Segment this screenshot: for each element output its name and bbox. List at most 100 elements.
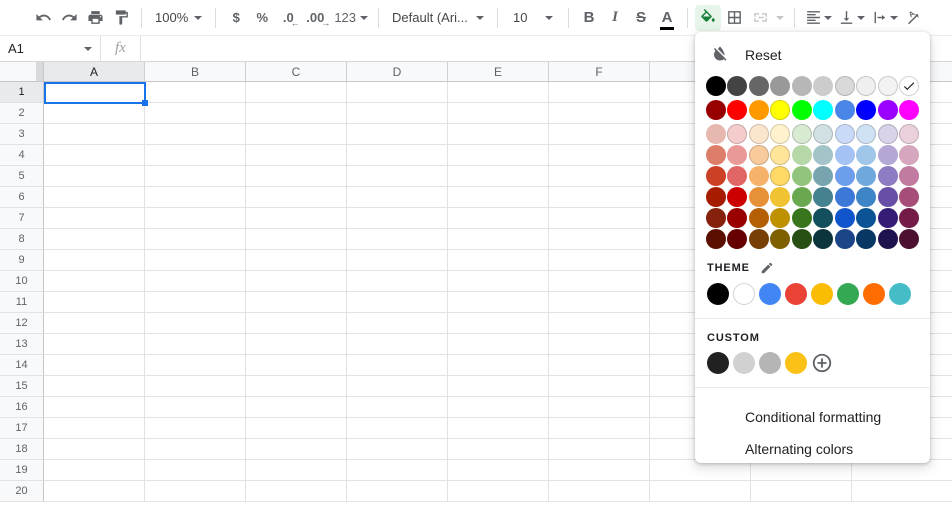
cell-D8[interactable] — [347, 229, 448, 250]
cell-A4[interactable] — [44, 145, 145, 166]
fill-color-button[interactable] — [695, 5, 721, 31]
color-swatch[interactable] — [878, 166, 898, 186]
theme-color-swatch[interactable] — [863, 283, 885, 305]
cell-C16[interactable] — [246, 397, 347, 418]
color-swatch[interactable] — [878, 124, 898, 144]
cell-D7[interactable] — [347, 208, 448, 229]
color-swatch[interactable] — [899, 187, 919, 207]
color-swatch[interactable] — [706, 145, 726, 165]
cell-C6[interactable] — [246, 187, 347, 208]
color-swatch[interactable] — [813, 145, 833, 165]
color-swatch[interactable] — [792, 76, 812, 96]
cell-C8[interactable] — [246, 229, 347, 250]
cell-B9[interactable] — [145, 250, 246, 271]
color-swatch[interactable] — [749, 229, 769, 249]
cell-F5[interactable] — [549, 166, 650, 187]
color-swatch[interactable] — [835, 229, 855, 249]
cell-B8[interactable] — [145, 229, 246, 250]
cell-A16[interactable] — [44, 397, 145, 418]
row-header-15[interactable]: 15 — [0, 376, 44, 397]
cell-A18[interactable] — [44, 439, 145, 460]
cell-E15[interactable] — [448, 376, 549, 397]
color-swatch[interactable] — [792, 124, 812, 144]
cell-E18[interactable] — [448, 439, 549, 460]
cell-C12[interactable] — [246, 313, 347, 334]
color-swatch[interactable] — [878, 229, 898, 249]
cell-F19[interactable] — [549, 460, 650, 481]
color-swatch[interactable] — [749, 145, 769, 165]
row-header-13[interactable]: 13 — [0, 334, 44, 355]
color-swatch[interactable] — [727, 124, 747, 144]
color-swatch[interactable] — [813, 166, 833, 186]
color-swatch[interactable] — [727, 145, 747, 165]
theme-color-swatch[interactable] — [759, 283, 781, 305]
cell-B17[interactable] — [145, 418, 246, 439]
color-swatch[interactable] — [899, 166, 919, 186]
color-swatch[interactable] — [813, 100, 833, 120]
cell-B7[interactable] — [145, 208, 246, 229]
cell[interactable] — [650, 481, 751, 502]
color-swatch[interactable] — [813, 187, 833, 207]
format-percent-button[interactable]: % — [249, 5, 275, 31]
color-swatch[interactable] — [792, 187, 812, 207]
color-swatch[interactable] — [835, 76, 855, 96]
color-swatch[interactable] — [749, 76, 769, 96]
number-format-menu[interactable]: 123 — [329, 5, 371, 31]
cell-C9[interactable] — [246, 250, 347, 271]
cell-D12[interactable] — [347, 313, 448, 334]
cell-C20[interactable] — [246, 481, 347, 502]
cell-F20[interactable] — [549, 481, 650, 502]
color-swatch[interactable] — [770, 229, 790, 249]
redo-button[interactable] — [56, 5, 82, 31]
custom-color-swatch[interactable] — [707, 352, 729, 374]
cell-D19[interactable] — [347, 460, 448, 481]
row-header-18[interactable]: 18 — [0, 439, 44, 460]
cell-A2[interactable] — [44, 103, 145, 124]
row-header-12[interactable]: 12 — [0, 313, 44, 334]
cell-A7[interactable] — [44, 208, 145, 229]
cell-D1[interactable] — [347, 82, 448, 103]
color-swatch[interactable] — [749, 187, 769, 207]
color-swatch[interactable] — [878, 100, 898, 120]
column-header-F[interactable]: F — [549, 62, 650, 82]
cell-A10[interactable] — [44, 271, 145, 292]
color-swatch[interactable] — [770, 187, 790, 207]
cell-E4[interactable] — [448, 145, 549, 166]
cell-B15[interactable] — [145, 376, 246, 397]
cell-A14[interactable] — [44, 355, 145, 376]
cell-D16[interactable] — [347, 397, 448, 418]
cell-E6[interactable] — [448, 187, 549, 208]
color-swatch[interactable] — [792, 166, 812, 186]
cell-F17[interactable] — [549, 418, 650, 439]
cell-C14[interactable] — [246, 355, 347, 376]
color-swatch[interactable] — [835, 145, 855, 165]
cell-A8[interactable] — [44, 229, 145, 250]
cell-D3[interactable] — [347, 124, 448, 145]
column-header-A[interactable]: A — [44, 62, 145, 82]
name-box[interactable]: A1 — [0, 36, 100, 61]
cell-D4[interactable] — [347, 145, 448, 166]
cell-A9[interactable] — [44, 250, 145, 271]
cell-B1[interactable] — [145, 82, 246, 103]
cell-F2[interactable] — [549, 103, 650, 124]
cell-C7[interactable] — [246, 208, 347, 229]
cell-D10[interactable] — [347, 271, 448, 292]
cell-E5[interactable] — [448, 166, 549, 187]
theme-color-swatch[interactable] — [733, 283, 755, 305]
cell-A17[interactable] — [44, 418, 145, 439]
cell-D15[interactable] — [347, 376, 448, 397]
color-swatch[interactable] — [856, 124, 876, 144]
cell-C3[interactable] — [246, 124, 347, 145]
bold-button[interactable]: B — [576, 5, 602, 31]
cell-A20[interactable] — [44, 481, 145, 502]
font-size-select[interactable]: 10 — [505, 5, 561, 31]
color-swatch[interactable] — [706, 166, 726, 186]
color-swatch[interactable] — [792, 208, 812, 228]
cell-E19[interactable] — [448, 460, 549, 481]
cell-E16[interactable] — [448, 397, 549, 418]
format-currency-button[interactable]: $ — [223, 5, 249, 31]
theme-color-swatch[interactable] — [785, 283, 807, 305]
cell-D11[interactable] — [347, 292, 448, 313]
color-swatch[interactable] — [835, 166, 855, 186]
cell-E8[interactable] — [448, 229, 549, 250]
